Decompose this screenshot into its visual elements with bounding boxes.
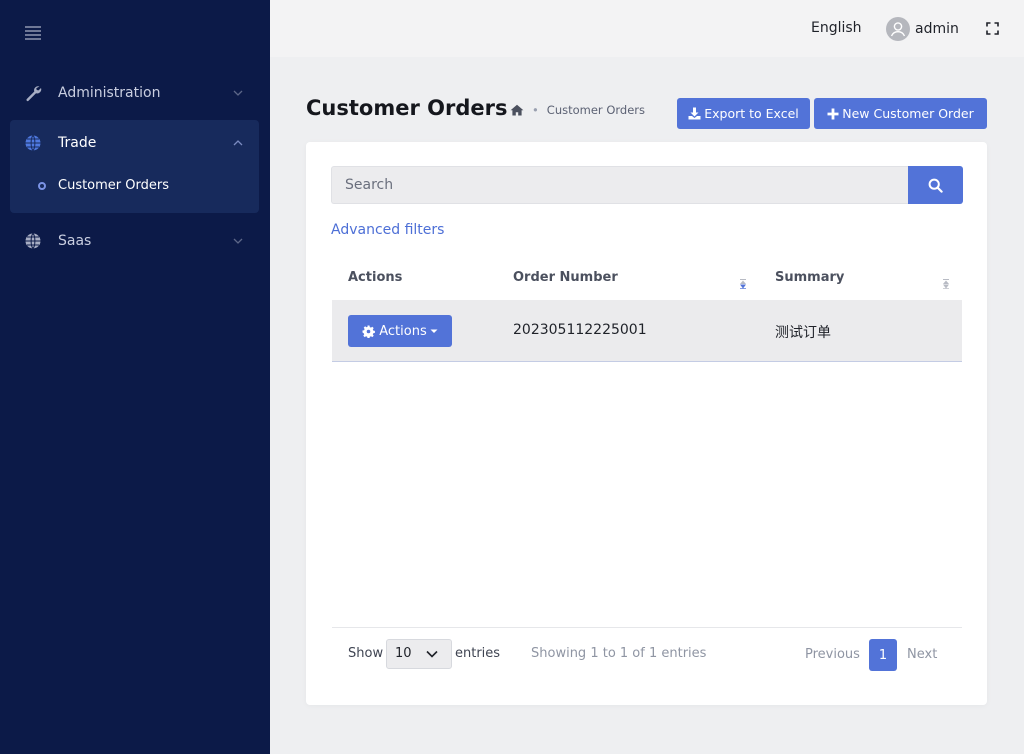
- user-menu[interactable]: admin: [886, 17, 959, 41]
- previous-page-button[interactable]: Previous: [805, 647, 860, 662]
- entries-label: entries: [455, 646, 501, 661]
- chevron-up-icon: [233, 140, 243, 146]
- new-customer-order-button[interactable]: New Customer Order: [814, 98, 987, 129]
- username: admin: [915, 21, 959, 37]
- wrench-icon: [26, 86, 42, 102]
- sidebar: Administration Trade Customer Orders Saa…: [0, 0, 270, 754]
- avatar-icon: [886, 17, 910, 41]
- page-size-value: 10: [395, 646, 412, 661]
- chevron-down-icon: [233, 90, 243, 96]
- breadcrumb-current: Customer Orders: [546, 103, 645, 117]
- breadcrumb-separator: •: [532, 103, 539, 117]
- page-number-button[interactable]: 1: [869, 639, 897, 671]
- sort-icon[interactable]: [942, 279, 950, 289]
- divider: [332, 627, 962, 628]
- globe-icon: [25, 233, 41, 249]
- new-order-button-label: New Customer Order: [842, 106, 974, 121]
- page-title: Customer Orders: [306, 96, 508, 120]
- sidebar-item-administration[interactable]: Administration: [10, 71, 259, 115]
- breadcrumb: • Customer Orders: [510, 103, 645, 117]
- bullet-icon: [38, 182, 46, 190]
- plus-icon: [827, 108, 839, 119]
- next-page-button[interactable]: Next: [907, 647, 937, 662]
- search-icon: [928, 178, 943, 193]
- caret-down-icon: [430, 329, 438, 333]
- summary-cell: 测试订单: [775, 325, 831, 341]
- row-actions-button[interactable]: Actions: [348, 315, 452, 347]
- home-icon[interactable]: [510, 104, 524, 116]
- column-header-order-number[interactable]: Order Number: [513, 270, 618, 285]
- search-input[interactable]: [331, 166, 908, 204]
- sidebar-item-label: Trade: [58, 135, 97, 151]
- language-selector[interactable]: English: [811, 20, 862, 36]
- actions-label: Actions: [379, 323, 427, 339]
- advanced-filters-link[interactable]: Advanced filters: [331, 222, 444, 238]
- show-label: Show: [348, 646, 384, 661]
- sidebar-item-trade[interactable]: Trade: [10, 121, 259, 165]
- gear-icon: [362, 325, 376, 338]
- order-number-cell: 202305112225001: [513, 322, 647, 338]
- sidebar-subitem-customer-orders[interactable]: Customer Orders: [10, 174, 259, 200]
- chevron-down-icon: [233, 238, 243, 244]
- column-header-summary[interactable]: Summary: [775, 270, 844, 285]
- hamburger-icon[interactable]: [25, 26, 41, 42]
- pagination-info: Showing 1 to 1 of 1 entries: [531, 646, 707, 661]
- page-size-select[interactable]: 10: [386, 639, 452, 669]
- sort-ascending-icon[interactable]: [739, 279, 747, 289]
- sidebar-item-label: Administration: [58, 85, 161, 101]
- sidebar-item-label: Saas: [58, 233, 92, 249]
- export-to-excel-button[interactable]: Export to Excel: [677, 98, 810, 129]
- sidebar-subitem-label: Customer Orders: [58, 178, 169, 193]
- column-header-actions: Actions: [348, 270, 403, 285]
- chevron-down-icon: [426, 650, 438, 658]
- download-icon: [688, 107, 701, 120]
- search-button[interactable]: [908, 166, 963, 204]
- globe-icon: [25, 135, 41, 151]
- sidebar-item-saas[interactable]: Saas: [10, 219, 259, 263]
- export-button-label: Export to Excel: [704, 106, 799, 121]
- fullscreen-icon[interactable]: [986, 22, 999, 35]
